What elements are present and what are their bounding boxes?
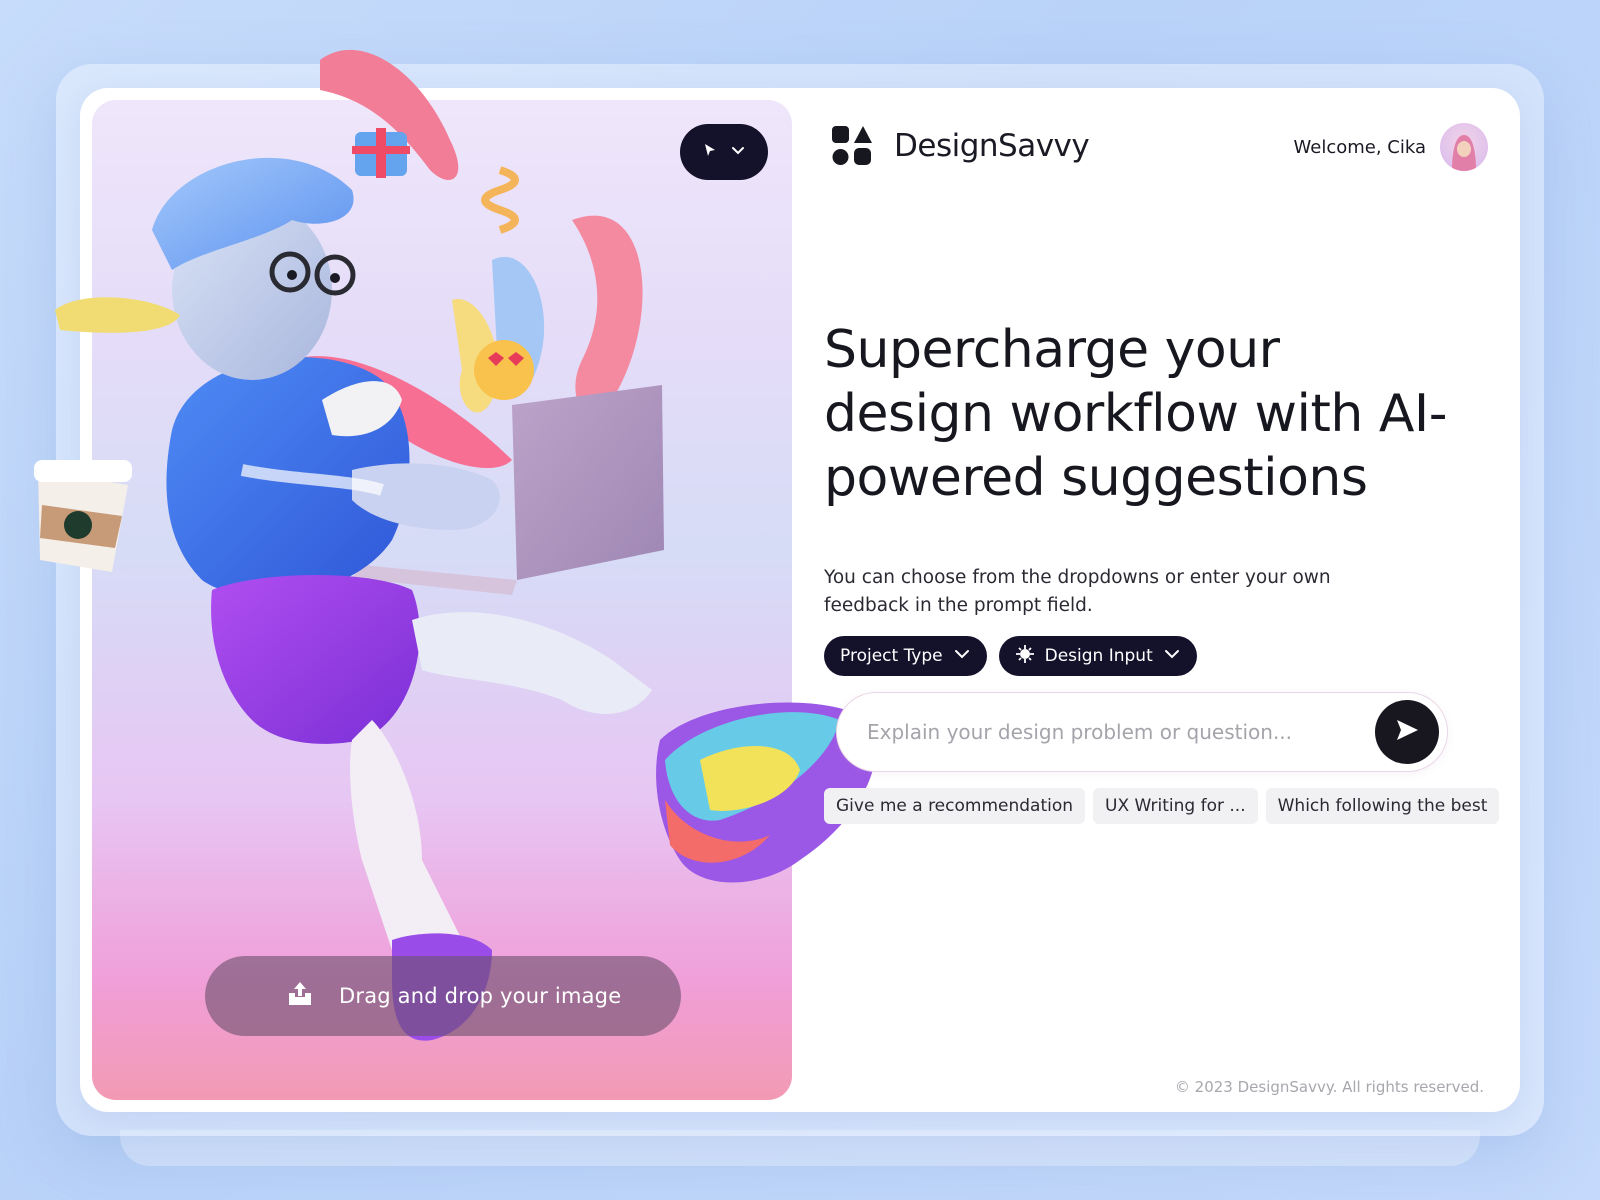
- page-headline: Supercharge your design workflow with AI…: [824, 320, 1448, 508]
- dropdown-group: Project Type Design Input: [824, 636, 1197, 676]
- suggestion-chip[interactable]: UX Writing for ...: [1093, 788, 1258, 824]
- prompt-input[interactable]: [867, 720, 1347, 744]
- send-button[interactable]: [1375, 700, 1439, 764]
- welcome-text: Welcome, Cika: [1293, 136, 1427, 158]
- hero-panel: [92, 100, 792, 1100]
- suggestion-chips: Give me a recommendation UX Writing for …: [824, 788, 1500, 824]
- user-menu[interactable]: Welcome, Cika: [1293, 123, 1488, 171]
- upload-icon: [285, 979, 315, 1014]
- sparkle-icon: [1015, 644, 1035, 669]
- grid-shapes-logo-icon: [832, 126, 872, 166]
- copyright-footer: © 2023 DesignSavvy. All rights reserved.: [1174, 1078, 1484, 1096]
- dropdown-label: Project Type: [840, 646, 943, 666]
- send-icon: [1394, 717, 1420, 747]
- prompt-field: [836, 692, 1448, 772]
- avatar-icon[interactable]: [1440, 123, 1488, 171]
- chevron-down-icon: [953, 645, 971, 668]
- cursor-icon: [702, 142, 718, 162]
- brand[interactable]: DesignSavvy: [832, 126, 1090, 166]
- suggestion-chip[interactable]: Which following the best: [1265, 788, 1500, 824]
- design-input-dropdown[interactable]: Design Input: [998, 636, 1197, 676]
- chevron-down-icon: [1163, 645, 1181, 668]
- mode-dropdown-button[interactable]: [680, 124, 768, 180]
- project-type-dropdown[interactable]: Project Type: [824, 636, 987, 676]
- page-subtitle: You can choose from the dropdowns or ent…: [824, 567, 1331, 616]
- suggestion-chip[interactable]: Give me a recommendation: [824, 788, 1086, 824]
- frame-shadow: [120, 1130, 1480, 1166]
- chevron-down-icon: [730, 142, 746, 162]
- dropdown-label: Design Input: [1044, 646, 1153, 666]
- brand-name: DesignSavvy: [894, 128, 1090, 164]
- upload-label: Drag and drop your image: [339, 984, 622, 1008]
- drag-and-drop-upload[interactable]: Drag and drop your image: [205, 956, 681, 1036]
- hero-illustration: [152, 157, 664, 1041]
